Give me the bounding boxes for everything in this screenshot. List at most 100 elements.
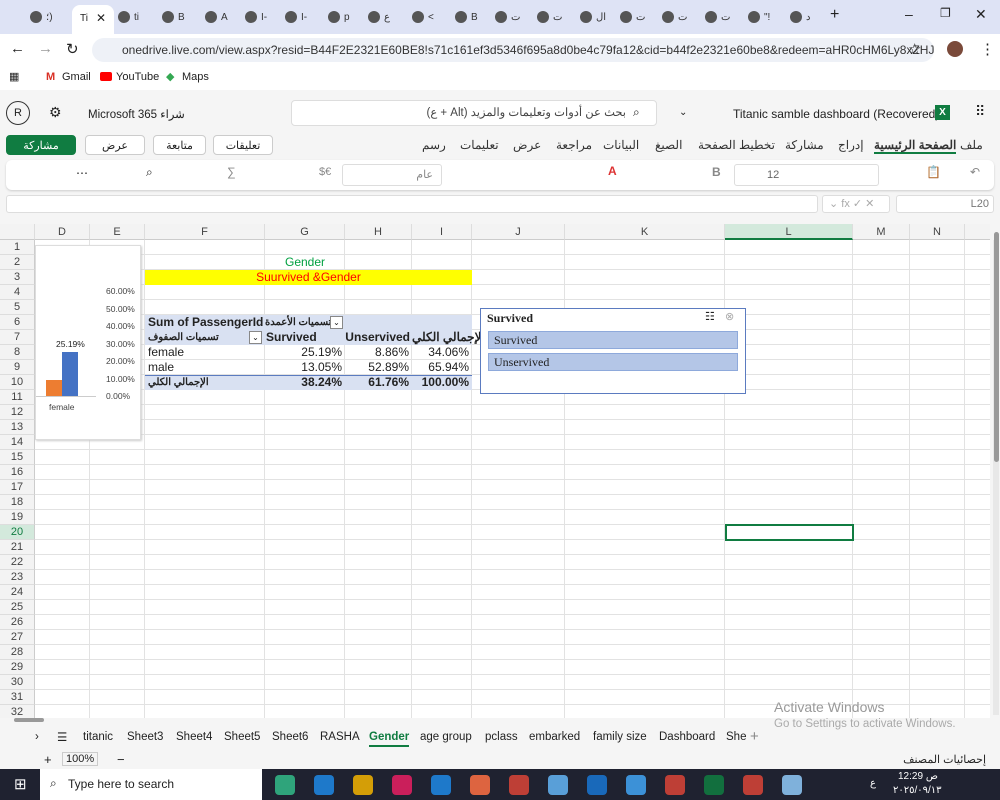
title-dropdown-icon[interactable]: ⌄	[679, 107, 687, 118]
taskbar-app-icon[interactable]	[470, 775, 490, 795]
horizontal-scrollbar-thumb[interactable]	[14, 718, 44, 722]
comments-button[interactable]: تعليقات	[213, 135, 273, 155]
more-icon[interactable]: ⋯	[76, 166, 88, 180]
menu-tab[interactable]: تخطيط الصفحة	[698, 138, 775, 152]
pivot-chart[interactable]: 60.00% 50.00% 40.00% 30.00% 20.00% 10.00% 0.00…	[35, 245, 141, 440]
add-sheet-button[interactable]: +	[750, 728, 759, 745]
account-avatar[interactable]: R	[6, 101, 30, 125]
menu-tab[interactable]: الصيغ	[655, 138, 682, 152]
row-header[interactable]: 1	[0, 240, 35, 255]
row-header[interactable]: 6	[0, 315, 35, 330]
browser-tab[interactable]: B	[455, 6, 478, 28]
row-header[interactable]: 21	[0, 540, 35, 555]
sheet-list-icon[interactable]: ☰	[57, 730, 67, 744]
new-tab-button[interactable]: +	[830, 6, 839, 24]
row-header[interactable]: 10	[0, 375, 35, 390]
taskbar-app-icon[interactable]	[353, 775, 373, 795]
row-header[interactable]: 15	[0, 450, 35, 465]
select-all-corner[interactable]	[0, 224, 35, 240]
active-cell-selection[interactable]	[725, 524, 854, 541]
browser-menu-icon[interactable]: ⋮	[980, 40, 995, 58]
sheet-tab[interactable]: RASHA	[320, 731, 360, 743]
row-header[interactable]: 23	[0, 570, 35, 585]
bar-unservived-female[interactable]	[46, 380, 62, 396]
formula-buttons[interactable]: ⌄ fx ✓ ✕	[822, 195, 890, 213]
row-header[interactable]: 9	[0, 360, 35, 375]
row-header[interactable]: 7	[0, 330, 35, 345]
column-header[interactable]: N	[910, 224, 965, 240]
column-header[interactable]: D	[35, 224, 90, 240]
menu-tab[interactable]: الصفحة الرئيسية	[874, 138, 957, 154]
restore-button[interactable]: ❐	[940, 6, 951, 20]
browser-tab[interactable]: I-	[245, 6, 267, 28]
row-header[interactable]: 11	[0, 390, 35, 405]
view-mode-button[interactable]: عرض	[85, 135, 145, 155]
column-filter-dropdown[interactable]: ⌄	[330, 316, 343, 329]
row-header[interactable]: 8	[0, 345, 35, 360]
browser-tab[interactable]: ال	[580, 6, 606, 28]
back-icon[interactable]: ←	[10, 40, 25, 57]
formula-input[interactable]	[6, 195, 818, 213]
slicer-item[interactable]: Unservived	[488, 353, 738, 371]
menu-tab[interactable]: رسم	[422, 138, 446, 152]
browser-tab[interactable]: B	[162, 6, 185, 28]
clear-filter-icon[interactable]: ⊗	[725, 310, 734, 325]
browser-tab[interactable]: ti	[118, 6, 139, 28]
sheet-tab[interactable]: She	[726, 731, 746, 743]
row-header[interactable]: 14	[0, 435, 35, 450]
minimize-button[interactable]: –	[905, 6, 913, 22]
browser-tab[interactable]: A	[205, 6, 228, 28]
browser-tab[interactable]: ت	[620, 6, 645, 28]
follow-button[interactable]: متابعة	[153, 135, 206, 155]
share-button[interactable]: مشاركة	[6, 135, 76, 155]
active-tab[interactable]: Ti ✕	[72, 5, 114, 34]
column-header[interactable]: K	[565, 224, 725, 240]
sheet-tab[interactable]: family size	[593, 731, 647, 743]
column-header[interactable]: M	[853, 224, 910, 240]
bookmark-youtube[interactable]: YouTube	[116, 71, 159, 83]
sheet-tab[interactable]: Sheet6	[272, 731, 308, 743]
browser-tab[interactable]: ت	[495, 6, 520, 28]
currency-icon[interactable]: $€	[319, 166, 331, 178]
taskbar-app-icon[interactable]	[392, 775, 412, 795]
row-header[interactable]: 19	[0, 510, 35, 525]
row-header[interactable]: 29	[0, 660, 35, 675]
column-header[interactable]: E	[90, 224, 145, 240]
row-header[interactable]: 18	[0, 495, 35, 510]
taskbar-app-icon[interactable]	[665, 775, 685, 795]
find-icon[interactable]: ⌕	[146, 165, 153, 180]
browser-tab[interactable]: <	[412, 6, 434, 28]
buy-m365-link[interactable]: Microsoft 365 شراء	[88, 107, 185, 121]
font-size-select[interactable]: 12	[734, 164, 879, 186]
start-icon[interactable]: ⊞	[14, 775, 27, 793]
row-header[interactable]: 30	[0, 675, 35, 690]
menu-tab[interactable]: ملف	[960, 138, 983, 152]
row-header[interactable]: 24	[0, 585, 35, 600]
column-header[interactable]: F	[145, 224, 265, 240]
row-header[interactable]: 28	[0, 645, 35, 660]
menu-tab[interactable]: إدراج	[838, 138, 864, 152]
menu-tab[interactable]: عرض	[513, 138, 541, 152]
sheet-tab[interactable]: Sheet5	[224, 731, 260, 743]
row-header[interactable]: 26	[0, 615, 35, 630]
row-header[interactable]: 32	[0, 705, 35, 718]
browser-tab[interactable]: د	[790, 6, 810, 28]
row-header[interactable]: 27	[0, 630, 35, 645]
taskbar-app-icon[interactable]	[782, 775, 802, 795]
row-header[interactable]: 17	[0, 480, 35, 495]
profile-avatar[interactable]	[947, 41, 963, 57]
autosum-icon[interactable]: ∑	[227, 165, 236, 179]
bar-survived-female[interactable]	[62, 351, 78, 396]
row-header[interactable]: 4	[0, 285, 35, 300]
browser-tab[interactable]: ؛)	[30, 6, 53, 28]
browser-tab[interactable]: p	[328, 6, 350, 28]
bookmark-star-icon[interactable]: ☆	[908, 40, 921, 58]
close-tab-icon[interactable]: ✕	[96, 11, 106, 25]
menu-tab[interactable]: البيانات	[603, 138, 639, 152]
menu-tab[interactable]: تعليمات	[460, 138, 499, 152]
bookmark-gmail[interactable]: Gmail	[62, 71, 91, 83]
browser-tab[interactable]: I-	[285, 6, 307, 28]
undo-icon[interactable]: ↶	[970, 165, 980, 179]
browser-tab[interactable]: "!	[748, 6, 770, 28]
taskbar-app-icon[interactable]	[275, 775, 295, 795]
